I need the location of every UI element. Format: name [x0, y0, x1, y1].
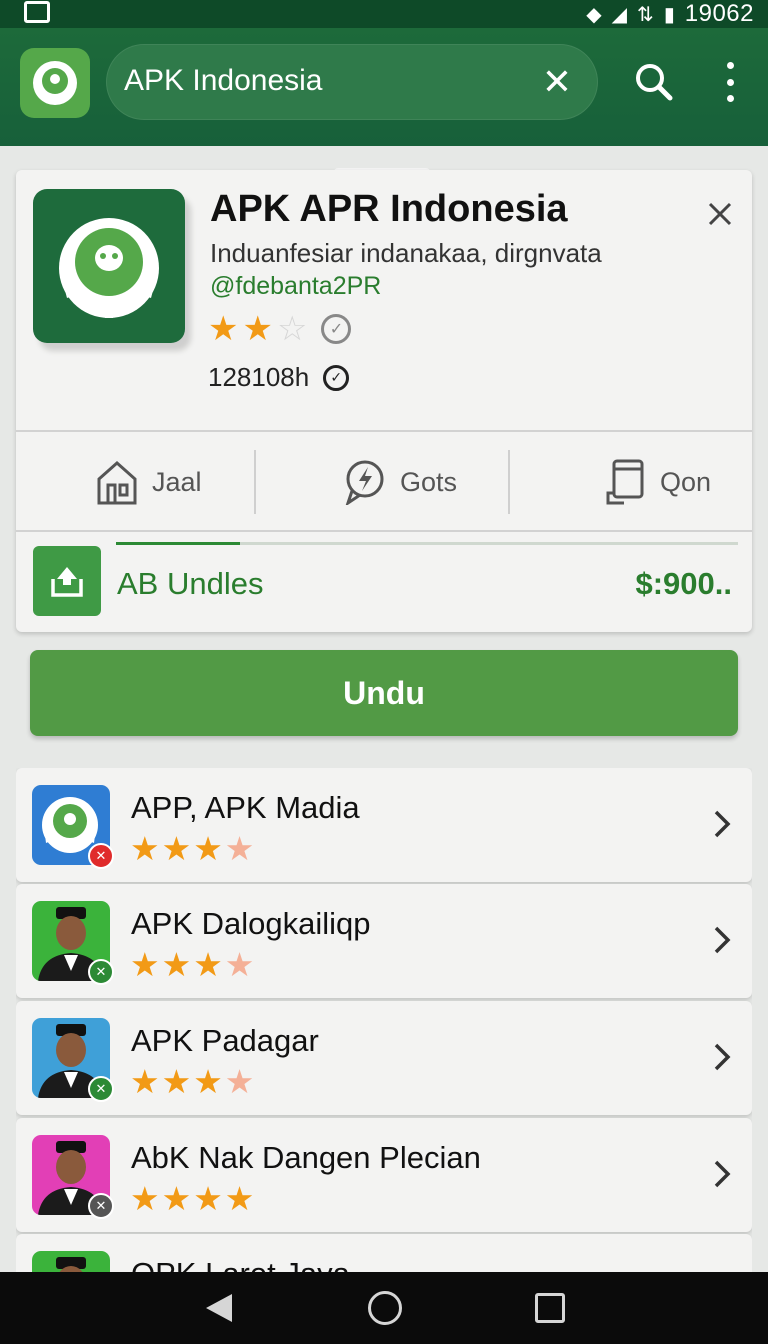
action-qon[interactable]: Qon: [604, 432, 711, 532]
app-icon: [33, 189, 185, 343]
star-icon: ★: [161, 1180, 192, 1217]
bundle-label: AB Undles: [117, 566, 264, 601]
download-box-icon: [33, 546, 101, 616]
action-gots[interactable]: Gots: [344, 432, 457, 532]
star-icon: ★: [224, 946, 255, 983]
close-icon[interactable]: [704, 198, 736, 230]
action-label: Gots: [400, 466, 458, 497]
app-rating: ★ ★ ★ ★: [130, 1065, 254, 1099]
status-bar: ◆ ◢ ⇅ ▮ 19062: [0, 0, 768, 28]
bundle-row[interactable]: AB Undles $:900..: [16, 532, 752, 632]
app-description: Induanfesiar indanakaa, dirgnvata: [210, 238, 602, 268]
more-vert-icon[interactable]: [718, 62, 742, 102]
search-input[interactable]: APK Indonesia ✕: [106, 44, 598, 120]
star-icon: ★: [130, 1180, 160, 1217]
action-jaal[interactable]: Jaal: [96, 432, 202, 532]
app-badge-icon: ✕: [88, 959, 114, 985]
developer-link[interactable]: @fdebanta2PR: [210, 272, 381, 301]
star-icon: ★: [193, 830, 223, 867]
star-icon: ★: [161, 946, 192, 983]
star-icon: ★: [193, 1063, 223, 1100]
star-icon: ★: [130, 830, 160, 867]
app-thumbnail-wrapper: ✕: [32, 1135, 114, 1219]
action-label: Jaal: [152, 466, 202, 497]
check-circle-icon: ✓: [323, 364, 350, 391]
app-thumbnail-wrapper: ✕: [32, 785, 114, 869]
chevron-right-icon[interactable]: [712, 924, 732, 956]
star-icon: ★: [224, 830, 255, 867]
star-icon: ★: [130, 1063, 160, 1100]
app-size-value: 128108h: [208, 362, 310, 392]
app-rating: ★ ★ ★ ★: [130, 948, 254, 982]
close-icon[interactable]: ✕: [542, 62, 572, 102]
divider: [254, 450, 256, 514]
action-row: Jaal Gots Qon: [16, 432, 752, 532]
star-icon: ★: [193, 946, 223, 983]
app-logo-icon[interactable]: [20, 48, 90, 118]
navigation-bar: [0, 1272, 768, 1344]
app-thumbnail: [32, 1251, 110, 1272]
back-icon[interactable]: [204, 1292, 234, 1329]
status-time: 19062: [684, 0, 754, 27]
app-size: 128108h ✓: [208, 362, 350, 393]
search-input-value: APK Indonesia: [124, 64, 323, 97]
star-icon: ★: [224, 1180, 255, 1217]
app-rating: ★ ★ ★ ★: [130, 1182, 254, 1216]
star-outline-icon: ☆: [276, 310, 308, 348]
device-icon: [606, 459, 644, 505]
list-item[interactable]: ✕ AbK Nak Dangen Plecian ★ ★ ★ ★: [16, 1118, 752, 1232]
star-icon: ★: [208, 310, 239, 348]
list-item[interactable]: ✕ APP, APK Madia ★ ★ ★ ★: [16, 768, 752, 882]
app-name: APP, APK Madia: [131, 790, 360, 825]
bundle-price: $:900..: [635, 566, 732, 601]
app-thumbnail-wrapper: ✕: [32, 901, 114, 985]
bundle-progress-fill: [116, 542, 241, 545]
search-icon[interactable]: [632, 60, 676, 104]
app-thumbnail-wrapper: ✕: [32, 1251, 110, 1272]
star-icon: ★: [161, 830, 192, 867]
app-detail-card: APK APR Indonesia Induanfesiar indanakaa…: [16, 170, 752, 632]
chevron-right-icon[interactable]: [712, 808, 732, 840]
app-list: ✕ APP, APK Madia ★ ★ ★ ★ ✕ APK Dalogkailiqp ★ ★ ★ ★…: [16, 768, 752, 1272]
signal-icon: ◢: [611, 3, 627, 26]
app-bar: APK Indonesia ✕: [0, 28, 768, 176]
app-name: APK Padagar: [131, 1023, 319, 1058]
list-item[interactable]: ✕ APK Padagar ★ ★ ★ ★: [16, 1001, 752, 1115]
list-item[interactable]: ✕ APK Dalogkailiqp ★ ★ ★ ★: [16, 884, 752, 998]
star-icon: ★: [193, 1180, 223, 1217]
data-icon: ⇅: [636, 3, 654, 26]
app-badge-icon: ✕: [88, 843, 114, 869]
recents-icon[interactable]: [535, 1293, 565, 1323]
verified-icon: ✓: [321, 314, 352, 344]
status-indicators: ◆ ◢ ⇅ ▮ 19062: [586, 0, 754, 28]
house-icon: [97, 460, 137, 505]
app-badge-icon: ✕: [88, 1076, 114, 1102]
app-name: QPK Laret Jaya: [131, 1256, 350, 1272]
download-button[interactable]: Undu: [30, 650, 738, 736]
chat-bolt-icon: [345, 460, 384, 505]
star-icon: ★: [161, 1063, 192, 1100]
wifi-icon: ◆: [586, 3, 602, 26]
app-badge-icon: ✕: [88, 1193, 114, 1219]
app-name: AbK Nak Dangen Plecian: [131, 1140, 481, 1175]
home-icon[interactable]: [368, 1291, 402, 1325]
bundle-progress: [116, 542, 738, 545]
star-icon: ★: [130, 946, 160, 983]
app-rating: ★ ★ ☆ ✓: [208, 310, 352, 348]
gallery-notification-icon: [24, 1, 50, 23]
list-item[interactable]: ✕QPK Laret Jaya★★★★: [16, 1234, 752, 1272]
chevron-right-icon[interactable]: [712, 1158, 732, 1190]
action-label: Qon: [660, 466, 712, 497]
app-thumbnail-wrapper: ✕: [32, 1018, 114, 1102]
app-rating: ★ ★ ★ ★: [130, 832, 254, 866]
chevron-right-icon[interactable]: [712, 1041, 732, 1073]
battery-icon: ▮: [663, 3, 675, 26]
star-icon: ★: [242, 310, 273, 348]
divider: [508, 450, 510, 514]
app-title: APK APR Indonesia: [210, 188, 568, 230]
app-name: APK Dalogkailiqp: [131, 906, 371, 941]
star-icon: ★: [224, 1063, 255, 1100]
